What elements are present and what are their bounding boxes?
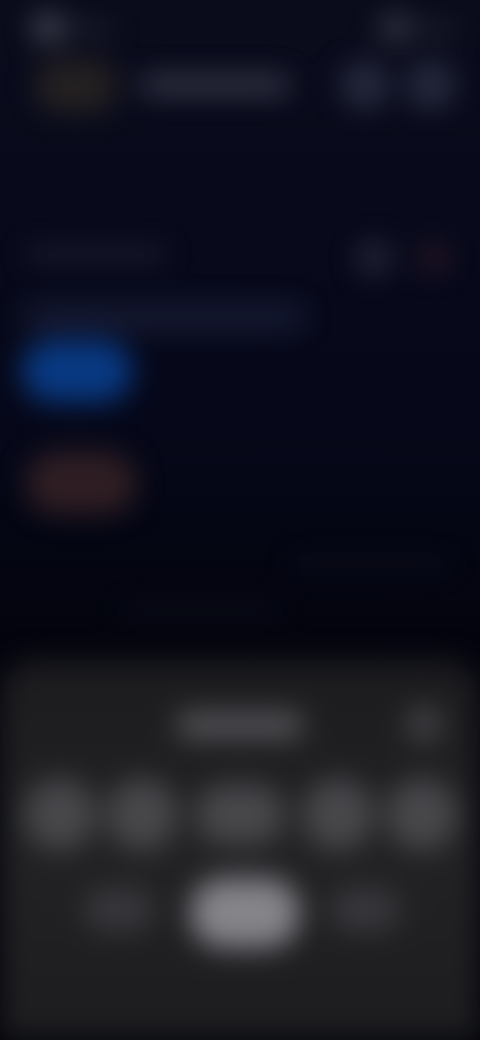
sheet-secondary-button[interactable]: [84, 888, 154, 932]
sheet-primary-button[interactable]: [190, 878, 300, 948]
blue-card[interactable]: [22, 340, 132, 402]
brown-card[interactable]: [26, 452, 136, 514]
avatar-icon[interactable]: [36, 60, 116, 112]
status-text-placeholder: [64, 24, 114, 34]
status-dot-icon: [32, 14, 64, 42]
header-action-button[interactable]: [340, 60, 390, 110]
sheet-round-button[interactable]: [106, 778, 178, 850]
section-label-placeholder: [26, 248, 166, 260]
app-screen: [0, 0, 480, 1040]
sheet-secondary-button[interactable]: [330, 888, 400, 932]
faint-text-placeholder: [120, 606, 280, 616]
section-action-icon[interactable]: [356, 240, 392, 276]
faint-text-placeholder: [290, 560, 450, 570]
status-dot-icon: [378, 14, 414, 42]
header-title-placeholder: [140, 76, 290, 94]
header-action-button[interactable]: [406, 60, 456, 110]
blurred-background: [0, 0, 480, 1040]
close-icon[interactable]: [406, 706, 442, 742]
sheet-wide-button[interactable]: [196, 784, 284, 844]
sheet-title-placeholder: [176, 712, 304, 738]
status-text-placeholder: [418, 24, 458, 34]
subtitle-placeholder: [24, 306, 304, 328]
sheet-round-button[interactable]: [386, 778, 458, 850]
sheet-round-button[interactable]: [302, 778, 374, 850]
sheet-round-button[interactable]: [24, 778, 96, 850]
section-action-icon[interactable]: [420, 244, 448, 272]
